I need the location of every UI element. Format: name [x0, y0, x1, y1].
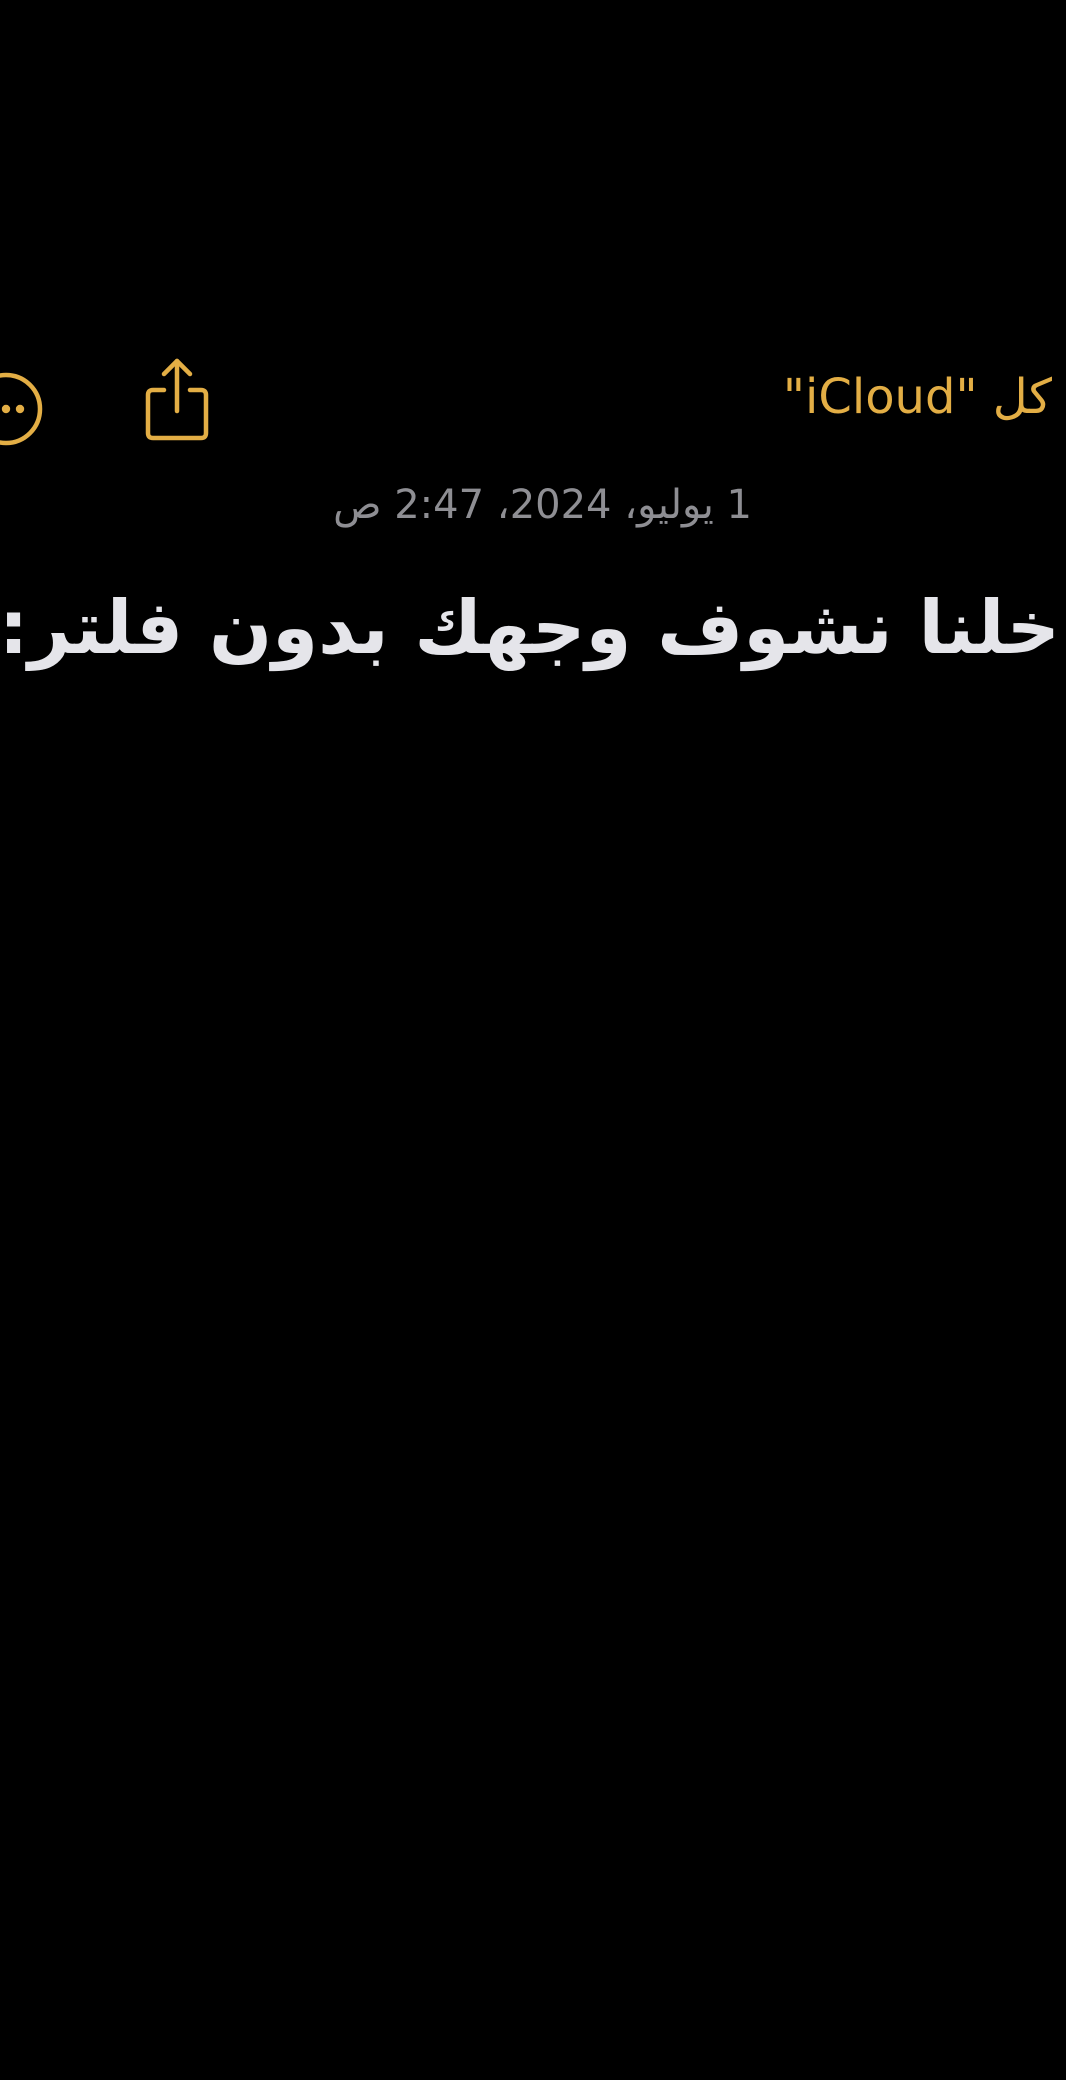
ellipsis-circle-icon	[0, 372, 43, 446]
share-icon	[145, 358, 209, 441]
share-button[interactable]	[142, 355, 212, 441]
back-to-icloud-link[interactable]: كل "iCloud"	[783, 367, 1052, 427]
note-text[interactable]: خلنا نشوف وجهك بدون فلتر:	[0, 578, 1060, 678]
navigation-bar: كل "iCloud"	[0, 355, 1066, 446]
more-options-button[interactable]	[0, 369, 46, 449]
note-date: 1 يوليو، 2024، 2:47 ص	[333, 482, 752, 528]
